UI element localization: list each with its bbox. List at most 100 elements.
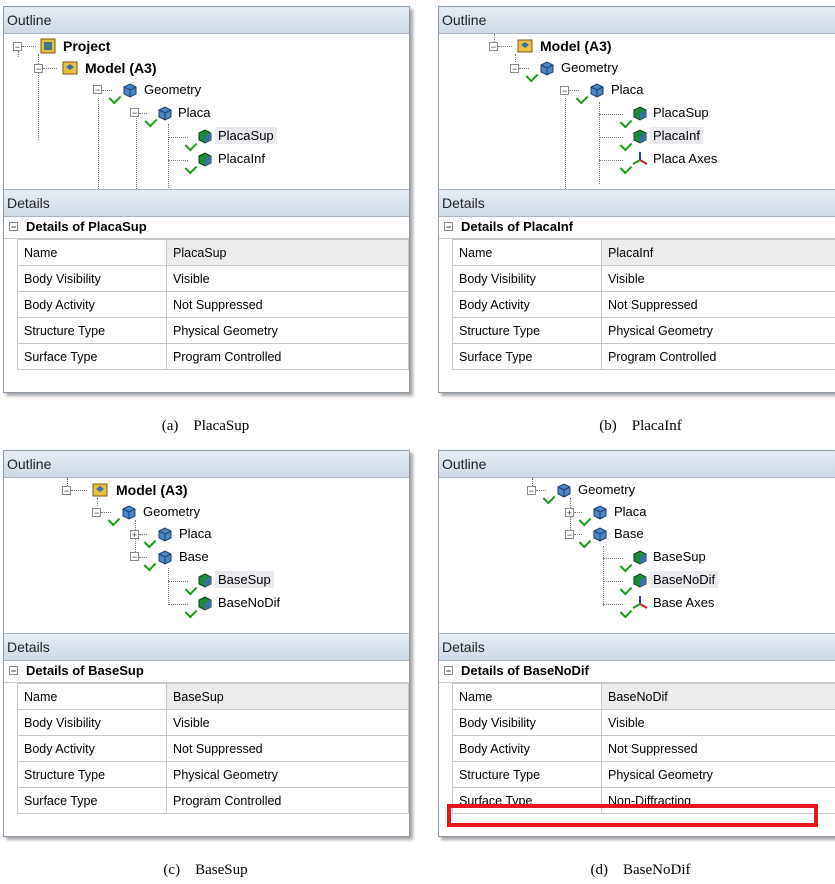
tree-item-geometry[interactable]: Geometry xyxy=(558,57,621,79)
body-icon xyxy=(197,595,213,611)
table-row[interactable]: Surface Type Program Controlled xyxy=(452,343,835,370)
part-icon xyxy=(157,526,173,542)
table-row[interactable]: Surface Type Program Controlled xyxy=(17,787,409,814)
collapse-toggle[interactable]: − xyxy=(13,42,22,52)
properties-table: Name PlacaInf Body Visibility Visible Body… xyxy=(452,239,835,370)
table-row[interactable]: Body Activity Not Suppressed xyxy=(452,735,835,762)
outline-header: Outline xyxy=(4,451,409,478)
tree-item-placa[interactable]: Placa xyxy=(175,102,214,124)
details-title: − Details of BaseNoDif xyxy=(439,660,835,683)
collapse-toggle[interactable]: − xyxy=(130,552,139,562)
collapse-toggle[interactable]: − xyxy=(34,64,43,74)
panel-basenodif: Outline − Geometry + Placa − Base BaseSu… xyxy=(438,450,835,837)
tree-item-model[interactable]: Model (A3) xyxy=(82,57,160,79)
outline-tree[interactable]: − Geometry + Placa − Base BaseSup BaseNo… xyxy=(439,478,835,633)
geometry-icon xyxy=(539,60,555,76)
body-icon xyxy=(197,128,213,144)
caption-b: (b) PlacaInf xyxy=(599,418,682,434)
expand-toggle[interactable]: + xyxy=(130,530,139,540)
tree-item-placa[interactable]: Placa xyxy=(608,79,647,101)
table-row[interactable]: Body Activity Not Suppressed xyxy=(17,291,409,318)
collapse-toggle[interactable]: − xyxy=(560,86,569,96)
model-icon xyxy=(517,38,533,54)
tree-item-project[interactable]: Project xyxy=(60,35,113,57)
part-icon xyxy=(589,82,605,98)
tree-item-placasup[interactable]: PlacaSup xyxy=(215,125,277,147)
caption-a: (a) PlacaSup xyxy=(161,418,250,434)
details-title: − Details of BaseSup xyxy=(4,660,409,683)
tree-item-geometry[interactable]: Geometry xyxy=(575,479,638,501)
properties-table: Name BaseSup Body Visibility Visible Body … xyxy=(17,683,409,814)
tree-item-geometry[interactable]: Geometry xyxy=(141,79,204,101)
part-icon xyxy=(592,526,608,542)
collapse-toggle[interactable]: − xyxy=(489,42,498,52)
table-row[interactable]: Body Visibility Visible xyxy=(452,265,835,292)
tree-item-base[interactable]: Base xyxy=(176,546,212,568)
table-row[interactable]: Body Activity Not Suppressed xyxy=(17,735,409,762)
body-icon xyxy=(197,572,213,588)
collapse-toggle[interactable]: − xyxy=(444,666,453,676)
table-row[interactable]: Structure Type Physical Geometry xyxy=(452,761,835,788)
body-icon xyxy=(197,151,213,167)
collapse-toggle[interactable]: − xyxy=(130,108,139,118)
expand-toggle[interactable]: + xyxy=(565,508,574,518)
panel-placasup: Outline − Project − Model (A3) − Geometr… xyxy=(3,6,410,393)
table-row[interactable]: Name PlacaSup xyxy=(17,239,409,266)
table-row[interactable]: Body Visibility Visible xyxy=(17,265,409,292)
model-icon xyxy=(92,482,108,498)
table-row[interactable]: Body Visibility Visible xyxy=(17,709,409,736)
tree-item-placasup[interactable]: PlacaSup xyxy=(650,102,712,124)
tree-item-placainf[interactable]: PlacaInf xyxy=(650,125,703,147)
tree-item-model[interactable]: Model (A3) xyxy=(113,479,191,501)
tree-item-model[interactable]: Model (A3) xyxy=(537,35,615,57)
tree-item-geometry[interactable]: Geometry xyxy=(140,501,203,523)
tree-item-placa[interactable]: Placa xyxy=(176,523,215,545)
geometry-icon xyxy=(121,504,137,520)
caption-c: (c) BaseSup xyxy=(163,862,248,878)
caption-d: (d) BaseNoDif xyxy=(590,862,691,878)
table-row[interactable]: Structure Type Physical Geometry xyxy=(452,317,835,344)
table-row[interactable]: Structure Type Physical Geometry xyxy=(17,761,409,788)
model-icon xyxy=(62,60,78,76)
table-row[interactable]: Body Visibility Visible xyxy=(452,709,835,736)
tree-item-placa-axes[interactable]: Placa Axes xyxy=(650,148,720,170)
outline-tree[interactable]: − Project − Model (A3) − Geometry − Plac… xyxy=(4,34,409,189)
tree-item-placa[interactable]: Placa xyxy=(611,501,650,523)
details-header: Details xyxy=(4,189,409,217)
outline-tree[interactable]: − Model (A3) − Geometry + Placa − Base B… xyxy=(4,478,409,633)
body-icon xyxy=(632,105,648,121)
table-row[interactable]: Body Activity Not Suppressed xyxy=(452,291,835,318)
collapse-toggle[interactable]: − xyxy=(527,486,536,496)
collapse-toggle[interactable]: − xyxy=(62,486,71,496)
panel-basesup: Outline − Model (A3) − Geometry + Placa … xyxy=(3,450,410,837)
collapse-toggle[interactable]: − xyxy=(9,222,18,232)
table-row[interactable]: Name BaseNoDif xyxy=(452,683,835,710)
collapse-toggle[interactable]: − xyxy=(9,666,18,676)
tree-item-placainf[interactable]: PlacaInf xyxy=(215,148,268,170)
table-row[interactable]: Name PlacaInf xyxy=(452,239,835,266)
table-row[interactable]: Surface Type Program Controlled xyxy=(17,343,409,370)
details-header: Details xyxy=(439,633,835,661)
table-row[interactable]: Structure Type Physical Geometry xyxy=(17,317,409,344)
table-row[interactable]: Name BaseSup xyxy=(17,683,409,710)
axes-icon xyxy=(632,595,648,611)
outline-header: Outline xyxy=(439,451,835,478)
collapse-toggle[interactable]: − xyxy=(565,530,574,540)
panel-placainf: Outline − Model (A3) − Geometry − Placa … xyxy=(438,6,835,393)
axes-icon xyxy=(632,151,648,167)
collapse-toggle[interactable]: − xyxy=(444,222,453,232)
tree-item-basenodif[interactable]: BaseNoDif xyxy=(650,569,719,591)
details-header: Details xyxy=(4,633,409,661)
tree-item-basenodif[interactable]: BaseNoDif xyxy=(215,592,283,614)
details-header: Details xyxy=(439,189,835,217)
collapse-toggle[interactable]: − xyxy=(93,85,102,95)
tree-item-basesup[interactable]: BaseSup xyxy=(215,569,274,591)
tree-item-basesup[interactable]: BaseSup xyxy=(650,546,709,568)
tree-item-base[interactable]: Base xyxy=(611,523,647,545)
properties-table: Name PlacaSup Body Visibility Visible Body… xyxy=(17,239,409,370)
collapse-toggle[interactable]: − xyxy=(510,64,519,74)
outline-tree[interactable]: − Model (A3) − Geometry − Placa PlacaSup… xyxy=(439,34,835,189)
collapse-toggle[interactable]: − xyxy=(92,508,101,518)
geometry-icon xyxy=(122,82,138,98)
tree-item-base-axes[interactable]: Base Axes xyxy=(650,592,717,614)
